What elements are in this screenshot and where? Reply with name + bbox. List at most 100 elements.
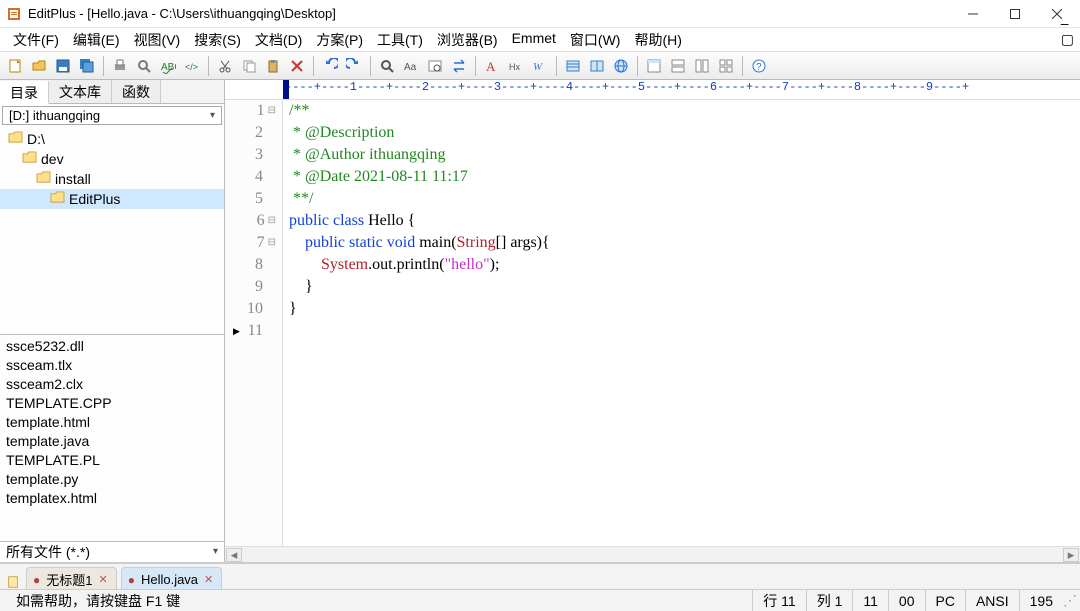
- fold-icon[interactable]: ⊟: [268, 210, 276, 232]
- open-button[interactable]: [28, 55, 50, 77]
- drive-dropdown-label: [D:] ithuangqing: [9, 108, 100, 123]
- document-tab[interactable]: ●无标题1✕: [26, 567, 117, 589]
- font-button[interactable]: A: [481, 55, 503, 77]
- wrap-button[interactable]: W: [529, 55, 551, 77]
- file-item[interactable]: ssce5232.dll: [0, 336, 224, 355]
- menu-item[interactable]: 视图(V): [127, 28, 188, 52]
- file-item[interactable]: template.py: [0, 469, 224, 488]
- menu-item[interactable]: 窗口(W): [563, 28, 628, 52]
- gutter-line: 6⊟: [225, 210, 276, 232]
- document-tab[interactable]: ●Hello.java✕: [121, 567, 223, 589]
- findfiles-button[interactable]: [424, 55, 446, 77]
- file-item[interactable]: template.java: [0, 431, 224, 450]
- gutter-line: 3: [225, 144, 276, 166]
- menu-item[interactable]: 文件(F): [6, 28, 66, 52]
- save-button[interactable]: [52, 55, 74, 77]
- code-line[interactable]: * @Date 2021-08-11 11:17: [289, 166, 1080, 188]
- side-tab[interactable]: 文本库: [49, 80, 112, 103]
- mdi-restore-button[interactable]: ▢: [1061, 31, 1074, 48]
- fold-icon[interactable]: ⊟: [268, 100, 276, 122]
- undo-button[interactable]: [319, 55, 341, 77]
- file-item[interactable]: ssceam.tlx: [0, 355, 224, 374]
- code-line[interactable]: System.out.println("hello");: [289, 254, 1080, 276]
- menu-item[interactable]: 方案(P): [309, 28, 370, 52]
- menu-item[interactable]: 编辑(E): [66, 28, 127, 52]
- code-line[interactable]: public class Hello {: [289, 210, 1080, 232]
- saveall-button[interactable]: [76, 55, 98, 77]
- tree-item[interactable]: D:\: [0, 129, 224, 149]
- code-line[interactable]: * @Description: [289, 122, 1080, 144]
- folder-icon: [8, 131, 23, 147]
- close-tab-button[interactable]: ✕: [98, 573, 107, 586]
- file-item[interactable]: TEMPLATE.PL: [0, 450, 224, 469]
- folder-tree[interactable]: D:\devinstallEditPlus: [0, 127, 224, 334]
- preview-button[interactable]: [133, 55, 155, 77]
- menu-item[interactable]: 帮助(H): [627, 28, 688, 52]
- folder-icon: [36, 171, 51, 187]
- browser-button[interactable]: [610, 55, 632, 77]
- menu-item[interactable]: 搜索(S): [187, 28, 248, 52]
- findre-button[interactable]: Aa: [400, 55, 422, 77]
- cut-button[interactable]: [214, 55, 236, 77]
- win2-button[interactable]: [667, 55, 689, 77]
- col1-button[interactable]: [562, 55, 584, 77]
- file-list[interactable]: ssce5232.dllssceam.tlxssceam2.clxTEMPLAT…: [0, 334, 224, 541]
- code-line[interactable]: [289, 320, 1080, 342]
- file-item[interactable]: template.html: [0, 412, 224, 431]
- win4-button[interactable]: [715, 55, 737, 77]
- mdi-minimize-button[interactable]: ‒: [1061, 15, 1074, 31]
- paste-button[interactable]: [262, 55, 284, 77]
- hex-button[interactable]: Hx: [505, 55, 527, 77]
- file-item[interactable]: TEMPLATE.CPP: [0, 393, 224, 412]
- tree-item[interactable]: install: [0, 169, 224, 189]
- htmlcheck-button[interactable]: </>: [181, 55, 203, 77]
- document-tabs: ●无标题1✕●Hello.java✕: [0, 563, 1080, 589]
- side-tab[interactable]: 函数: [112, 80, 161, 103]
- maximize-button[interactable]: [994, 0, 1036, 28]
- find-button[interactable]: [376, 55, 398, 77]
- tree-item[interactable]: EditPlus: [0, 189, 224, 209]
- file-item[interactable]: templatex.html: [0, 488, 224, 507]
- horizontal-scrollbar[interactable]: ◂ ▸: [225, 546, 1080, 562]
- scroll-right-button[interactable]: ▸: [1063, 548, 1079, 562]
- menu-item[interactable]: Emmet: [505, 28, 563, 52]
- side-tab[interactable]: 目录: [0, 81, 49, 104]
- print-button[interactable]: [109, 55, 131, 77]
- file-filter-dropdown[interactable]: 所有文件 (*.*) ▾: [0, 541, 224, 562]
- scroll-left-button[interactable]: ◂: [226, 548, 242, 562]
- status-encoding: ANSI: [965, 590, 1019, 611]
- win3-button[interactable]: [691, 55, 713, 77]
- new-button[interactable]: [4, 55, 26, 77]
- code-line[interactable]: public static void main(String[] args){: [289, 232, 1080, 254]
- code-line[interactable]: **/: [289, 188, 1080, 210]
- code-line[interactable]: }: [289, 276, 1080, 298]
- redo-button[interactable]: [343, 55, 365, 77]
- menu-item[interactable]: 浏览器(B): [430, 28, 505, 52]
- resize-grip[interactable]: ⋰: [1063, 592, 1074, 609]
- code-content[interactable]: /** * @Description * @Author ithuangqing…: [283, 100, 1080, 546]
- delete-button[interactable]: [286, 55, 308, 77]
- help-button[interactable]: ?: [748, 55, 770, 77]
- svg-text:Hx: Hx: [509, 62, 520, 72]
- fold-icon[interactable]: ⊟: [268, 232, 276, 254]
- code-line[interactable]: /**: [289, 100, 1080, 122]
- minimize-button[interactable]: [952, 0, 994, 28]
- win1-button[interactable]: [643, 55, 665, 77]
- svg-text:A: A: [486, 59, 496, 74]
- close-tab-button[interactable]: ✕: [204, 573, 213, 586]
- file-item[interactable]: ssceam2.clx: [0, 374, 224, 393]
- svg-text:?: ?: [756, 62, 762, 73]
- tab-anchor-icon[interactable]: [4, 575, 22, 589]
- replace-button[interactable]: [448, 55, 470, 77]
- status-help: 如需帮助，请按键盘 F1 键: [6, 590, 752, 611]
- copy-button[interactable]: [238, 55, 260, 77]
- code-line[interactable]: }: [289, 298, 1080, 320]
- col2-button[interactable]: [586, 55, 608, 77]
- drive-dropdown[interactable]: [D:] ithuangqing ▾: [2, 106, 222, 125]
- menu-item[interactable]: 文档(D): [248, 28, 309, 52]
- menu-item[interactable]: 工具(T): [370, 28, 430, 52]
- code-line[interactable]: * @Author ithuangqing: [289, 144, 1080, 166]
- code-editor[interactable]: 1⊟23456⊟7⊟891011 /** * @Description * @A…: [225, 100, 1080, 546]
- tree-item[interactable]: dev: [0, 149, 224, 169]
- spell-button[interactable]: ABC: [157, 55, 179, 77]
